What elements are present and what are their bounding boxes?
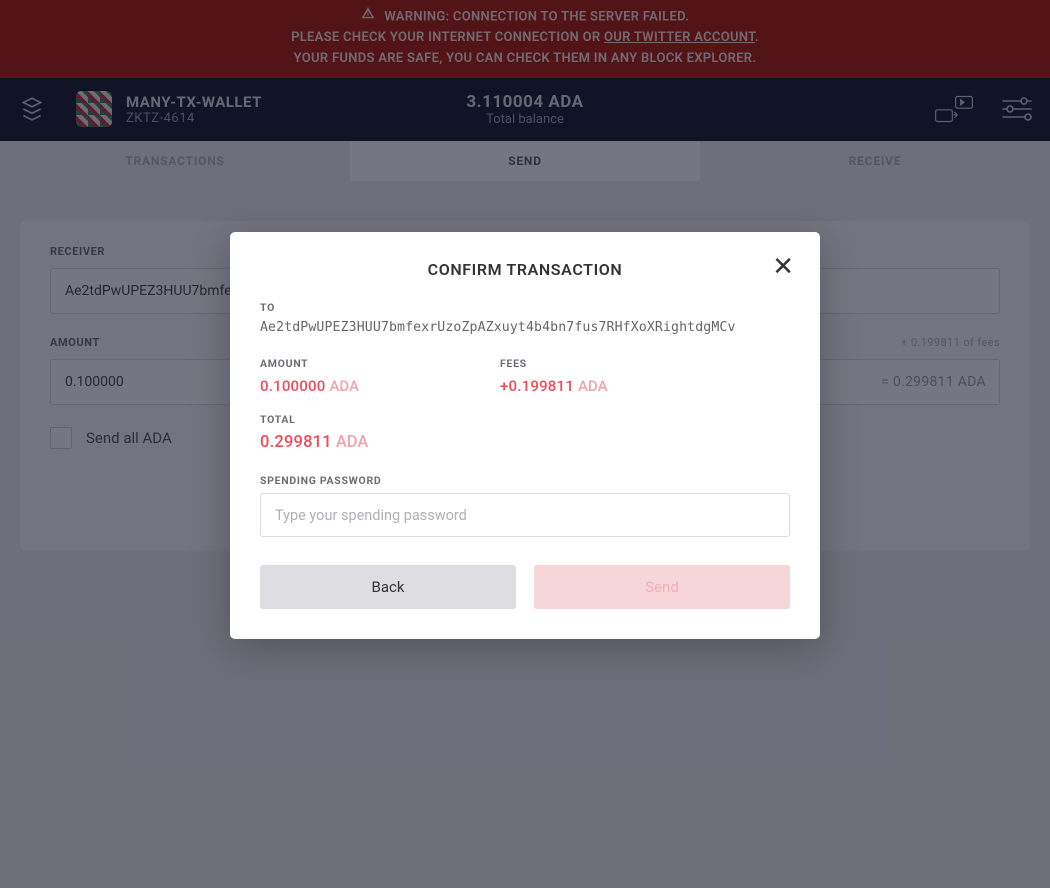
- spending-password-input[interactable]: [260, 493, 790, 537]
- modal-total-unit: ADA: [336, 433, 368, 452]
- modal-fees-label: FEES: [500, 357, 680, 370]
- modal-total-value: 0.299811: [260, 433, 332, 452]
- close-icon[interactable]: ✕: [772, 254, 794, 280]
- password-label: SPENDING PASSWORD: [260, 474, 790, 487]
- confirm-transaction-modal: CONFIRM TRANSACTION ✕ TO Ae2tdPwUPEZ3HUU…: [230, 232, 820, 639]
- modal-total-label: TOTAL: [260, 413, 790, 426]
- to-address: Ae2tdPwUPEZ3HUU7bmfexrUzoZpAZxuyt4b4bn7f…: [260, 320, 790, 335]
- modal-amount-label: AMOUNT: [260, 357, 440, 370]
- modal-fees-value: +0.199811: [500, 377, 574, 395]
- back-button[interactable]: Back: [260, 565, 516, 609]
- modal-amount-value: 0.100000: [260, 377, 325, 395]
- to-label: TO: [260, 301, 790, 314]
- modal-overlay: CONFIRM TRANSACTION ✕ TO Ae2tdPwUPEZ3HUU…: [0, 0, 1050, 888]
- send-button[interactable]: Send: [534, 565, 790, 609]
- modal-title: CONFIRM TRANSACTION: [260, 260, 790, 279]
- modal-amount-unit: ADA: [329, 377, 359, 395]
- modal-fees-unit: ADA: [578, 377, 608, 395]
